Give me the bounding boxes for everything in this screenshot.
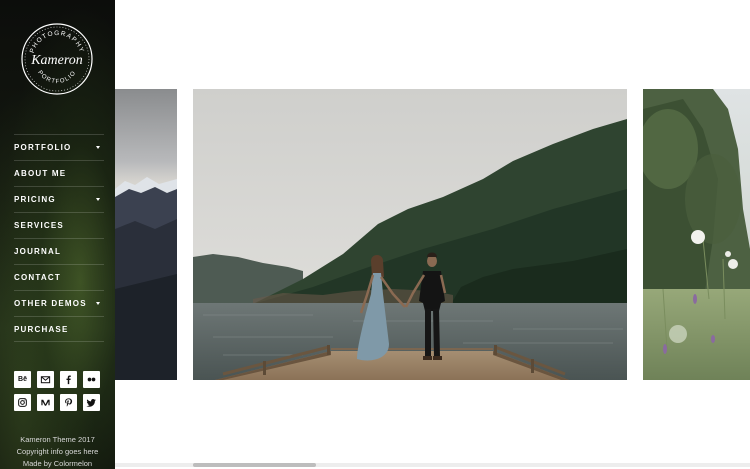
twitter-icon[interactable] — [83, 394, 100, 411]
envelope-icon[interactable] — [37, 371, 54, 388]
nav-label: ABOUT ME — [14, 169, 67, 178]
flickr-icon[interactable] — [83, 371, 100, 388]
footer-line: Kameron Theme 2017 — [20, 435, 95, 444]
footer-line[interactable]: Made by Colormelon — [0, 458, 115, 469]
main-nav: PORTFOLIO ABOUT ME PRICING SERVICES JOUR… — [14, 134, 104, 342]
logo-bottom-text: PORTFOLIO — [36, 70, 76, 85]
site-logo[interactable]: PHOTOGRAPHY Kameron PORTFOLIO — [21, 23, 93, 95]
gallery-image-couple[interactable] — [193, 89, 627, 380]
gallery-image-mountain[interactable] — [115, 89, 177, 380]
sidebar: PHOTOGRAPHY Kameron PORTFOLIO PORTFOLIO … — [0, 0, 115, 469]
mountain-sunset-image — [115, 89, 177, 380]
couple-on-pier-image — [193, 89, 627, 380]
medium-icon[interactable] — [37, 394, 54, 411]
nav-label: SERVICES — [14, 221, 64, 230]
chevron-down-icon — [96, 198, 100, 201]
chevron-down-icon — [96, 302, 100, 305]
nav-label: OTHER DEMOS — [14, 299, 87, 308]
behance-icon[interactable]: Bē — [14, 371, 31, 388]
nav-label: PURCHASE — [14, 324, 69, 334]
instagram-icon[interactable] — [14, 394, 31, 411]
nav-label: JOURNAL — [14, 247, 62, 256]
nav-item-other-demos[interactable]: OTHER DEMOS — [14, 290, 104, 316]
gallery-scrollbar[interactable] — [115, 463, 750, 467]
logo-badge: PHOTOGRAPHY Kameron PORTFOLIO — [21, 23, 93, 95]
pinterest-icon[interactable] — [60, 394, 77, 411]
social-links: Bē — [14, 371, 104, 417]
facebook-icon[interactable] — [60, 371, 77, 388]
nav-item-about-me[interactable]: ABOUT ME — [14, 160, 104, 186]
behance-label: Bē — [18, 376, 27, 383]
nav-item-services[interactable]: SERVICES — [14, 212, 104, 238]
nav-label: CONTACT — [14, 273, 61, 282]
scrollbar-thumb[interactable] — [193, 463, 316, 467]
footer-line: Copyright info goes here — [16, 447, 99, 456]
nav-label: PORTFOLIO — [14, 143, 72, 152]
nav-item-pricing[interactable]: PRICING — [14, 186, 104, 212]
gallery-image-wildflowers[interactable] — [643, 89, 750, 380]
sidebar-footer: Kameron Theme 2017 Copyright info goes h… — [0, 434, 115, 469]
svg-text:PORTFOLIO: PORTFOLIO — [36, 70, 77, 85]
nav-item-portfolio[interactable]: PORTFOLIO — [14, 134, 104, 160]
wildflowers-image — [643, 89, 750, 380]
nav-item-purchase[interactable]: PURCHASE — [14, 316, 104, 342]
nav-item-journal[interactable]: JOURNAL — [14, 238, 104, 264]
nav-label: PRICING — [14, 195, 56, 204]
logo-script-text: Kameron — [30, 53, 83, 68]
chevron-down-icon — [96, 146, 100, 149]
nav-item-contact[interactable]: CONTACT — [14, 264, 104, 290]
